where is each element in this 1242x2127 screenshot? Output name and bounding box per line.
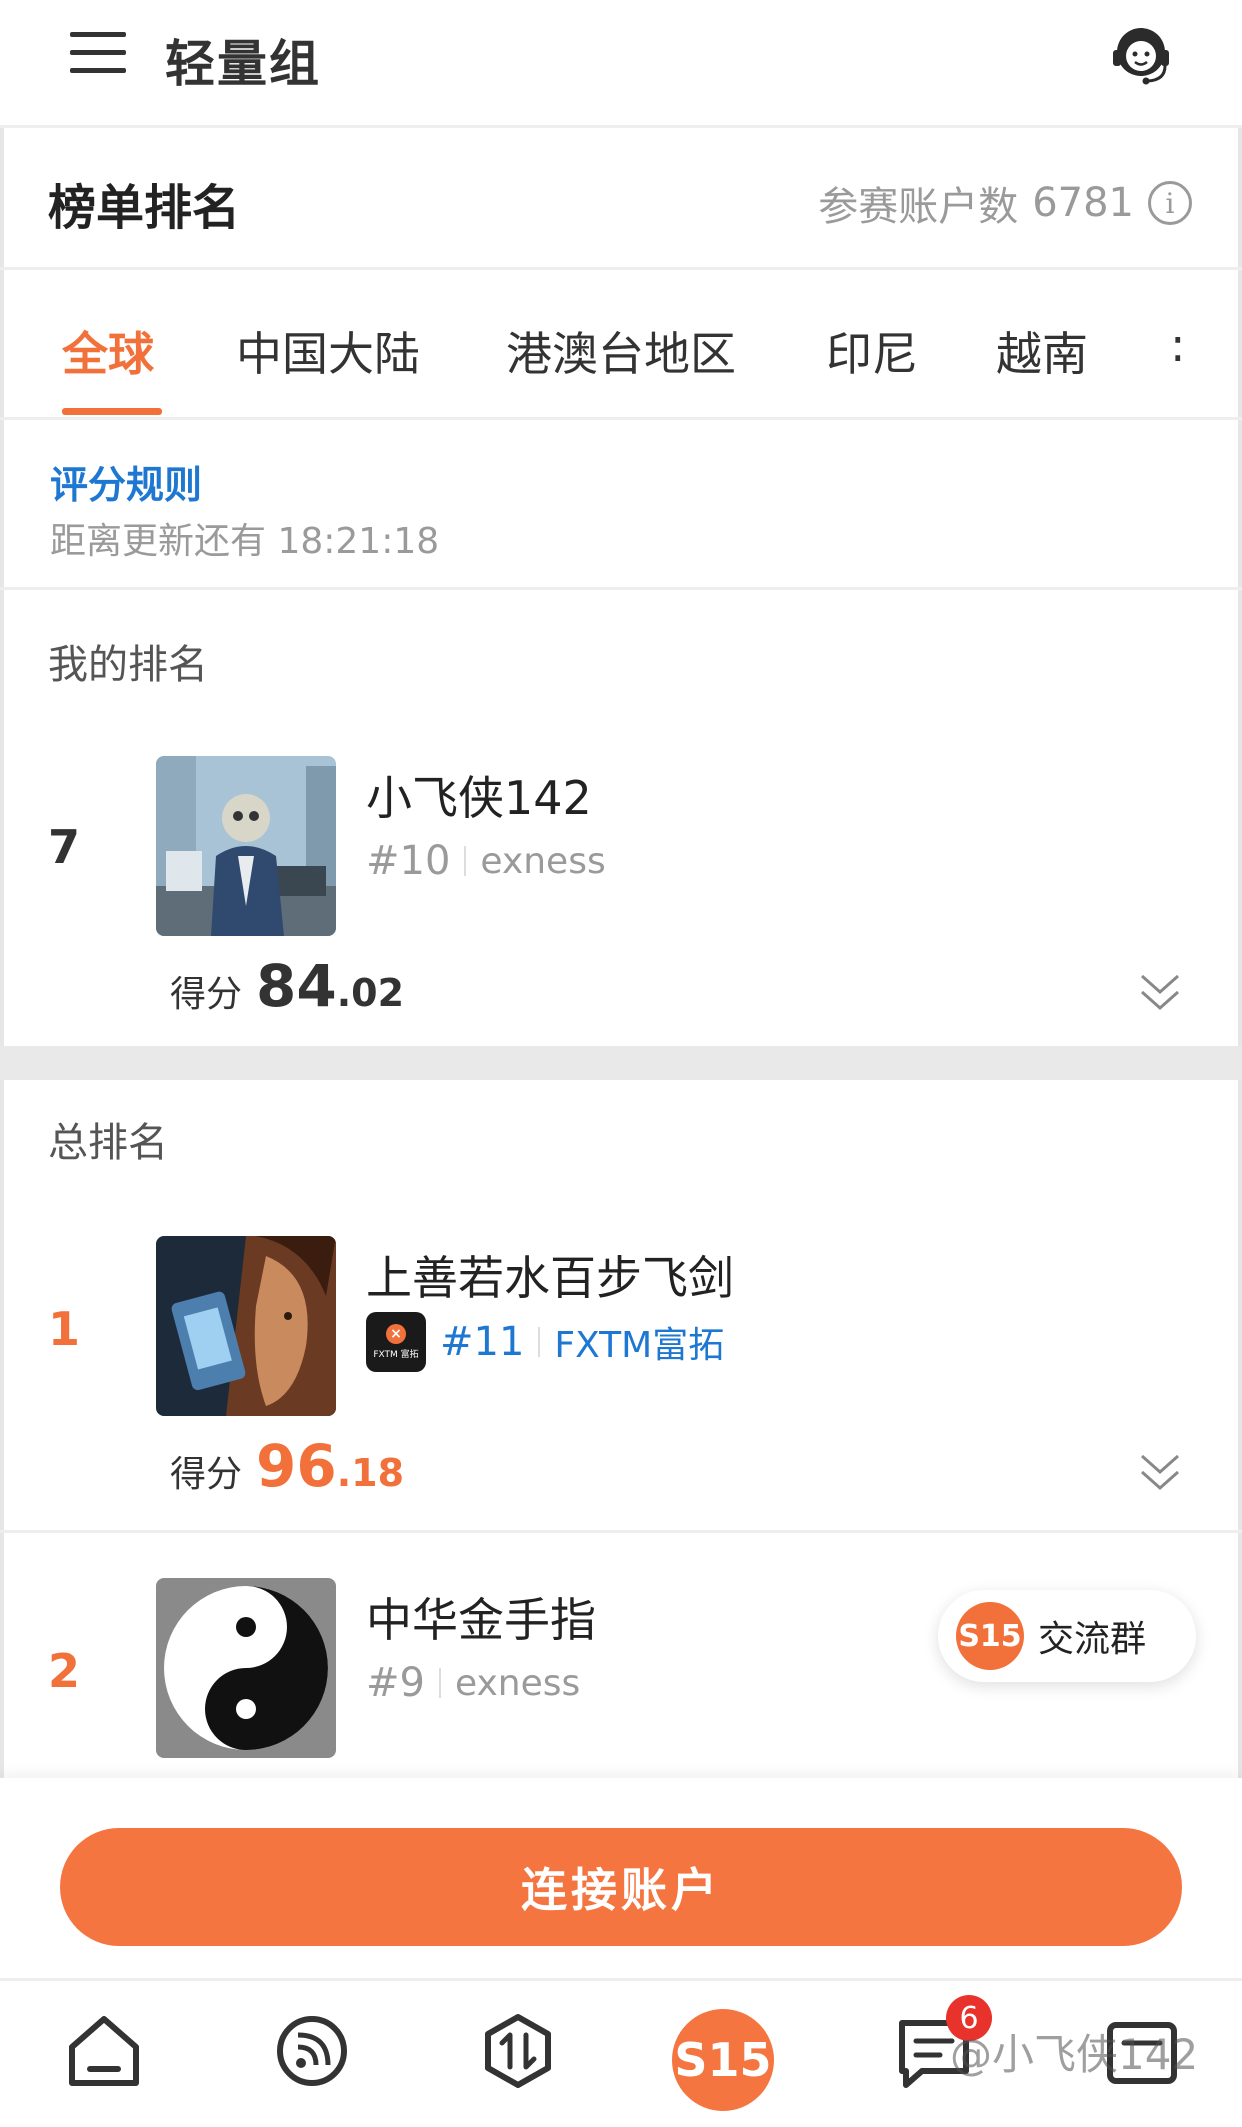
my-score-value: 84.02 bbox=[256, 952, 404, 1020]
participants-value: 6781 bbox=[1032, 180, 1134, 226]
tab-hk-macau-taiwan[interactable]: 港澳台地区 bbox=[506, 318, 736, 384]
active-tab-underline bbox=[62, 408, 162, 415]
s15-badge-icon: S15 bbox=[956, 1602, 1024, 1670]
customer-service-icon[interactable] bbox=[1108, 22, 1174, 88]
scoring-rules-link[interactable]: 评分规则 bbox=[50, 454, 202, 509]
overall-rank-label: 总排名 bbox=[48, 1120, 168, 1166]
watermark-text: @小飞侠142 bbox=[950, 2030, 1199, 2079]
hamburger-menu-icon[interactable] bbox=[70, 30, 126, 76]
account-number-rank-1: #11 bbox=[440, 1319, 525, 1365]
score-label-rank-1: 得分 bbox=[170, 1454, 243, 1495]
user-name-rank-1: 上善若水百步飞剑 bbox=[366, 1251, 734, 1305]
user-name-rank-2: 中华金手指 bbox=[366, 1593, 596, 1647]
update-countdown: 距离更新还有 18:21:18 bbox=[50, 521, 440, 562]
account-number-rank-2: #9 bbox=[366, 1660, 425, 1706]
score-value-rank-1: 96.18 bbox=[256, 1432, 404, 1500]
home-icon[interactable] bbox=[62, 2009, 146, 2093]
account-meta-rank-1: × FXTM 富拓 #11 FXTM富拓 bbox=[366, 1312, 724, 1372]
my-user-name: 小飞侠142 bbox=[366, 771, 592, 825]
my-avatar[interactable] bbox=[156, 756, 336, 936]
my-score: 得分 84.02 bbox=[170, 952, 404, 1020]
score-dec-rank-1: .18 bbox=[336, 1451, 405, 1495]
tab-more-indicator[interactable]: : bbox=[1170, 318, 1186, 372]
meta-separator bbox=[438, 1668, 441, 1698]
account-meta-rank-2: #9 exness bbox=[366, 1660, 580, 1706]
ranking-header: 榜单排名 参赛账户数 6781 i bbox=[0, 128, 1242, 270]
info-icon[interactable]: i bbox=[1148, 181, 1192, 225]
score-rank-1: 得分 96.18 bbox=[170, 1432, 404, 1500]
region-tabs: 全球 中国大陆 港澳台地区 印尼 越南 : bbox=[0, 270, 1242, 420]
fxtm-logo-icon: × FXTM 富拓 bbox=[366, 1312, 426, 1372]
chat-group-button[interactable]: S15 交流群 bbox=[938, 1590, 1196, 1682]
avatar-rank-1[interactable] bbox=[156, 1236, 336, 1416]
meta-separator bbox=[538, 1327, 541, 1357]
tab-mainland-china[interactable]: 中国大陆 bbox=[236, 318, 420, 384]
rules-section: 评分规则 距离更新还有 18:21:18 bbox=[0, 420, 1242, 590]
my-score-label: 得分 bbox=[170, 974, 243, 1015]
avatar-rank-2[interactable] bbox=[156, 1578, 336, 1758]
chat-group-label: 交流群 bbox=[1038, 1619, 1147, 1660]
action-area: 连接账户 bbox=[0, 1778, 1242, 1978]
expand-chevron-icon-rank-1[interactable] bbox=[1138, 1448, 1182, 1498]
my-account-number: #10 bbox=[366, 838, 451, 884]
my-broker-name: exness bbox=[480, 840, 606, 882]
top-bar: 轻量组 bbox=[0, 0, 1242, 128]
connect-account-button[interactable]: 连接账户 bbox=[60, 1828, 1182, 1946]
feed-icon[interactable] bbox=[270, 2009, 354, 2093]
participants-count: 参赛账户数 6781 i bbox=[818, 174, 1192, 232]
row-divider bbox=[0, 1530, 1242, 1533]
s15-tab-icon[interactable]: S15 bbox=[672, 2009, 774, 2111]
rank-number-2: 2 bbox=[48, 1644, 81, 1698]
my-expand-chevron-icon[interactable] bbox=[1138, 968, 1182, 1018]
ranking-title: 榜单排名 bbox=[48, 180, 241, 236]
rank-number-1: 1 bbox=[48, 1302, 81, 1356]
trade-icon[interactable] bbox=[476, 2009, 560, 2093]
page-title: 轻量组 bbox=[165, 35, 321, 93]
broker-name-rank-1: FXTM富拓 bbox=[554, 1325, 725, 1366]
tab-vietnam[interactable]: 越南 bbox=[996, 318, 1088, 384]
tab-indonesia[interactable]: 印尼 bbox=[826, 318, 918, 384]
meta-separator bbox=[464, 846, 467, 876]
my-account-meta: #10 exness bbox=[366, 838, 606, 884]
tab-global[interactable]: 全球 bbox=[62, 318, 154, 384]
broker-name-rank-2: exness bbox=[454, 1662, 581, 1704]
my-score-dec: .02 bbox=[336, 971, 405, 1015]
section-divider bbox=[0, 1046, 1242, 1080]
participants-label: 参赛账户数 bbox=[818, 184, 1019, 230]
my-rank-label: 我的排名 bbox=[48, 642, 208, 688]
score-int-rank-1: 96 bbox=[256, 1432, 337, 1500]
my-rank-number: 7 bbox=[48, 820, 81, 874]
bottom-nav: S15 6 @小飞侠142 bbox=[0, 1978, 1242, 2127]
my-score-int: 84 bbox=[256, 952, 337, 1020]
